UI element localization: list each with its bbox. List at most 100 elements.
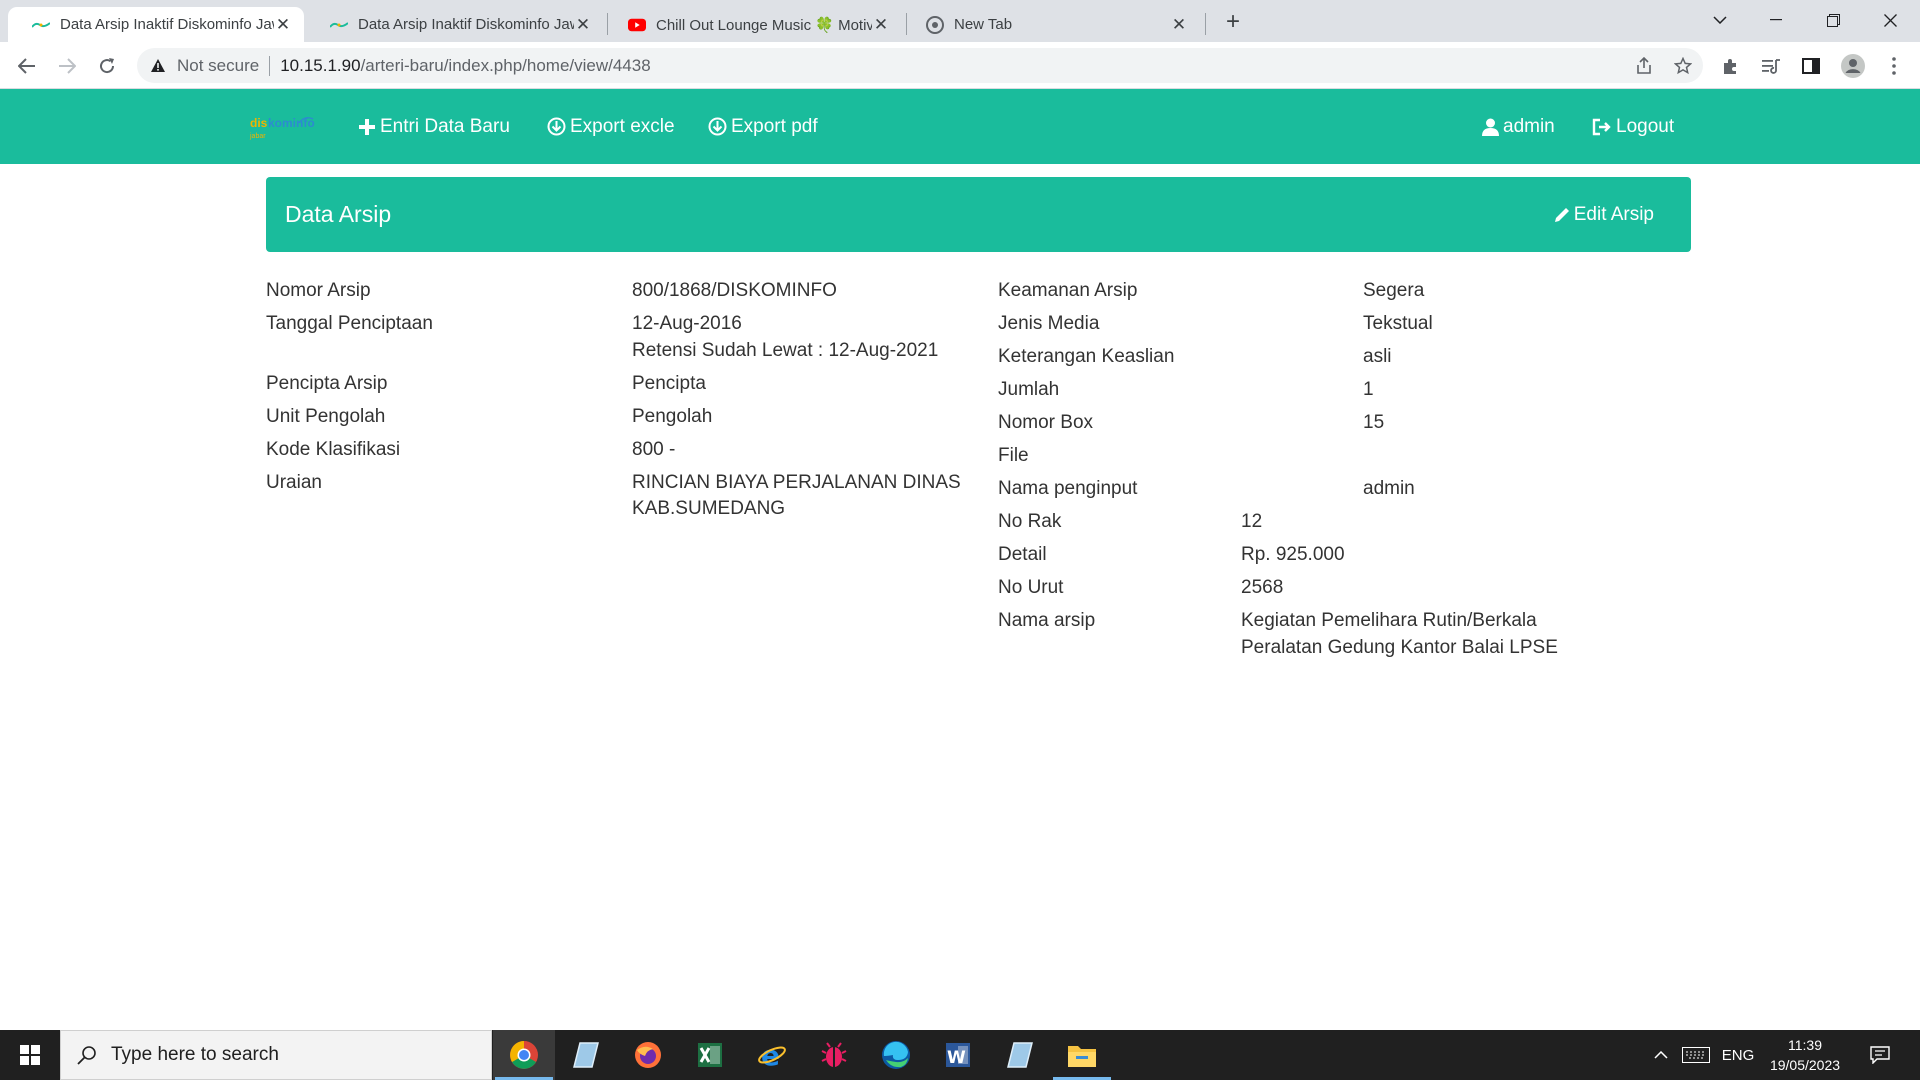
tab-data-arsip-2[interactable]: Data Arsip Inaktif Diskominfo Jaw ✕ <box>306 7 604 42</box>
forward-arrow-icon[interactable] <box>51 50 83 82</box>
clock-date: 19/05/2023 <box>1769 1057 1841 1073</box>
share-icon[interactable] <box>1628 48 1660 83</box>
extensions-puzzle-icon[interactable] <box>1714 49 1748 83</box>
profile-avatar-icon[interactable] <box>1836 49 1870 83</box>
nama-arsip-value-line2: Peralatan Gedung Kantor Balai LPSE <box>1241 637 1558 658</box>
entri-data-baru-link[interactable]: Entri Data Baru <box>358 89 510 164</box>
word-icon[interactable]: W <box>927 1030 989 1080</box>
edit-arsip-button[interactable]: Edit Arsip <box>1553 177 1654 252</box>
tab-title: Data Arsip Inaktif Diskominfo Jaw <box>358 16 574 33</box>
logout-link[interactable]: Logout <box>1592 89 1674 164</box>
tab-search-chevron-down-icon[interactable] <box>1692 0 1748 40</box>
windows-start-icon[interactable] <box>0 1030 60 1080</box>
pencil-icon <box>1554 207 1569 222</box>
file-label: File <box>998 445 1029 466</box>
export-excel-link[interactable]: Export excle <box>547 89 675 164</box>
pencipta-arsip-label: Pencipta Arsip <box>266 373 388 394</box>
tab-title: Data Arsip Inaktif Diskominfo Jaw <box>60 16 274 33</box>
pencipta-arsip-value: Pencipta <box>632 373 706 394</box>
file-explorer-icon[interactable] <box>1051 1030 1113 1080</box>
diskominfo-logo[interactable]: dis kominfo jabar <box>249 113 323 141</box>
uraian-value-line1: RINCIAN BIAYA PERJALANAN DINAS <box>632 472 961 493</box>
keyboard-icon[interactable] <box>1678 1030 1714 1080</box>
nomor-box-label: Nomor Box <box>998 412 1094 433</box>
edit-arsip-label: Edit Arsip <box>1573 203 1654 225</box>
warning-triangle-icon[interactable] <box>149 57 167 75</box>
jenis-media-value: Tekstual <box>1363 313 1433 334</box>
svg-text:kominfo: kominfo <box>268 116 315 130</box>
user-menu-link[interactable]: admin <box>1482 89 1555 164</box>
diskominfo-favicon-icon <box>330 16 348 34</box>
nama-penginput-label: Nama penginput <box>998 478 1138 499</box>
tab-new-tab[interactable]: New Tab ✕ <box>902 7 1200 42</box>
firefox-icon[interactable] <box>617 1030 679 1080</box>
taskbar-clock[interactable]: 11:39 19/05/2023 <box>1762 1035 1848 1075</box>
excel-icon[interactable] <box>679 1030 741 1080</box>
notes-icon[interactable] <box>555 1030 617 1080</box>
edge-icon[interactable] <box>865 1030 927 1080</box>
tab-title: New Tab <box>954 16 1013 33</box>
browser-tabstrip: Data Arsip Inaktif Diskominfo Jaw ✕ Data… <box>0 0 1920 42</box>
logout-label: Logout <box>1616 115 1675 137</box>
bookmark-star-icon[interactable] <box>1667 48 1699 83</box>
svg-text:dis: dis <box>250 116 268 130</box>
page-title: Data Arsip <box>285 201 392 227</box>
nomor-arsip-label: Nomor Arsip <box>266 280 371 301</box>
side-panel-icon[interactable] <box>1794 49 1828 83</box>
security-status-label[interactable]: Not secure <box>177 56 259 76</box>
browser-toolbar: Not secure 10.15.1.90/arteri-baru/index.… <box>0 42 1920 89</box>
svg-text:W: W <box>947 1048 966 1068</box>
browser-menu-icon[interactable] <box>1877 49 1911 83</box>
language-indicator[interactable]: ENG <box>1716 1030 1760 1080</box>
notes-icon[interactable] <box>989 1030 1051 1080</box>
no-rak-value: 12 <box>1241 511 1263 532</box>
panel-header: Data Arsip Edit Arsip <box>266 177 1691 252</box>
nama-penginput-value: admin <box>1363 478 1415 499</box>
jenis-media-label: Jenis Media <box>998 313 1100 334</box>
detail-label: Detail <box>998 544 1047 565</box>
no-rak-label: No Rak <box>998 511 1062 532</box>
tab-chill-out-music[interactable]: Chill Out Lounge Music 🍀 Motiv ✕ <box>604 7 902 42</box>
restore-button[interactable] <box>1805 0 1861 40</box>
reload-icon[interactable] <box>91 50 123 82</box>
nomor-box-value: 15 <box>1363 412 1385 433</box>
search-icon <box>77 1046 96 1065</box>
tab-title: Chill Out Lounge Music 🍀 Motiv <box>656 16 872 34</box>
no-urut-label: No Urut <box>998 577 1064 598</box>
close-tab-icon[interactable]: ✕ <box>1170 15 1188 34</box>
logout-icon <box>1592 118 1611 135</box>
keterangan-keaslian-value: asli <box>1363 346 1392 367</box>
unit-pengolah-label: Unit Pengolah <box>266 406 386 427</box>
url-text[interactable]: 10.15.1.90/arteri-baru/index.php/home/vi… <box>280 56 650 76</box>
media-queue-icon[interactable] <box>1754 49 1788 83</box>
chrome-icon[interactable] <box>493 1030 555 1080</box>
nomor-arsip-value: 800/1868/DISKOMINFO <box>632 280 837 301</box>
site-navbar: dis kominfo jabar Entri Data Baru Export… <box>0 89 1920 164</box>
windows-taskbar: Type here to search e W ENG 11:39 19/05/… <box>0 1030 1920 1080</box>
close-tab-icon[interactable]: ✕ <box>872 15 890 34</box>
close-tab-icon[interactable]: ✕ <box>274 15 292 34</box>
diskominfo-favicon-icon <box>32 16 50 34</box>
bug-icon[interactable] <box>803 1030 865 1080</box>
download-circle-icon <box>547 117 566 136</box>
new-tab-button[interactable]: + <box>1220 8 1246 35</box>
export-excel-label: Export excle <box>570 115 675 137</box>
youtube-icon <box>628 16 646 34</box>
notification-center-icon[interactable] <box>1860 1030 1900 1080</box>
export-pdf-link[interactable]: Export pdf <box>708 89 818 164</box>
tanggal-penciptaan-label: Tanggal Penciptaan <box>266 313 433 334</box>
show-hidden-icons-chevron-up-icon[interactable] <box>1646 1030 1676 1080</box>
export-pdf-label: Export pdf <box>731 115 818 137</box>
clock-time: 11:39 <box>1788 1037 1822 1053</box>
internet-explorer-icon[interactable]: e <box>741 1030 803 1080</box>
tanggal-penciptaan-value: 12-Aug-2016 <box>632 313 742 334</box>
taskbar-search-input[interactable]: Type here to search <box>60 1030 492 1080</box>
close-window-button[interactable] <box>1862 0 1918 40</box>
close-tab-icon[interactable]: ✕ <box>574 15 592 34</box>
back-arrow-icon[interactable] <box>11 50 43 82</box>
tab-data-arsip-1[interactable]: Data Arsip Inaktif Diskominfo Jaw ✕ <box>8 7 304 42</box>
address-bar[interactable]: Not secure 10.15.1.90/arteri-baru/index.… <box>137 48 1703 83</box>
minimize-button[interactable] <box>1748 0 1804 40</box>
tab-separator <box>1205 13 1206 35</box>
uraian-label: Uraian <box>266 472 322 493</box>
